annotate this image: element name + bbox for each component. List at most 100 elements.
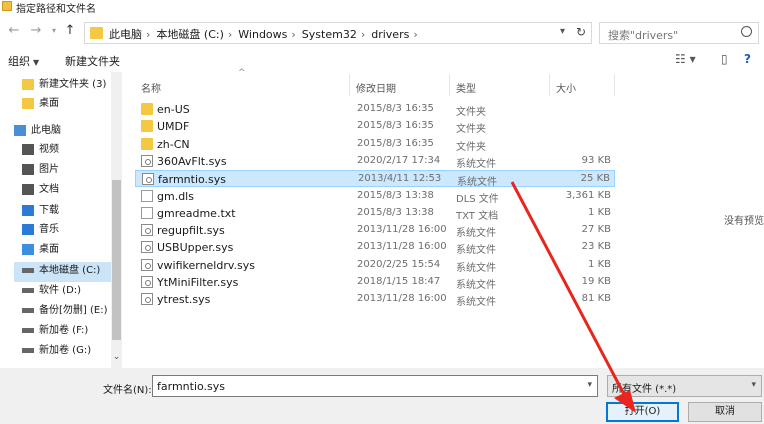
view-icon[interactable]: ☷ ▾ <box>675 52 696 66</box>
sidebar-item-label: 视频 <box>39 144 59 155</box>
breadcrumb-item[interactable]: Windows <box>238 28 287 41</box>
sidebar-item-label: 软件 (D:) <box>39 285 82 296</box>
refresh-icon[interactable]: ↻ <box>576 25 586 39</box>
download-icon <box>22 204 34 216</box>
scroll-down-icon[interactable]: ⌄ <box>111 352 122 364</box>
file-name: vwifikerneldrv.sys <box>157 258 255 272</box>
file-row[interactable]: en-US 2015/8/3 16:35 文件夹 <box>135 101 615 118</box>
back-icon[interactable]: ← <box>6 23 22 39</box>
sidebar-item[interactable]: 备份[勿删] (E:) <box>22 302 107 322</box>
breadcrumb-separator-icon[interactable]: › <box>413 28 417 41</box>
command-bar: 组织 ▼ 新建文件夹 ☷ ▾ ▯ ? <box>0 48 764 72</box>
file-size: 25 KB <box>580 173 610 185</box>
sidebar-item[interactable]: 图片 <box>22 161 59 181</box>
breadcrumb-separator-icon[interactable]: › <box>291 28 295 41</box>
column-type[interactable]: 类型 <box>450 74 550 96</box>
sidebar-item[interactable]: 新加卷 (F:) <box>22 322 88 342</box>
folder-icon <box>22 97 34 109</box>
up-icon[interactable]: ↑ <box>62 23 78 39</box>
dialog-icon <box>2 1 12 11</box>
title-bar: 指定路径和文件名 <box>0 0 764 15</box>
sidebar-item[interactable]: 视频 <box>22 141 59 161</box>
dialog-footer: 文件名(N): farmntio.sys ▾ 所有文件 (*.*) ▾ 打开(O… <box>0 368 764 424</box>
column-size[interactable]: 大小 <box>550 74 615 96</box>
breadcrumb-item[interactable]: 此电脑 <box>109 28 142 41</box>
open-button[interactable]: 打开(O) <box>606 402 679 422</box>
file-row[interactable]: vwifikerneldrv.sys 2020/2/25 15:54 系统文件 1 K… <box>135 257 615 274</box>
breadcrumb-separator-icon[interactable]: › <box>361 28 365 41</box>
file-row[interactable]: USBUpper.sys 2013/11/28 16:00 系统文件 23 KB <box>135 239 615 256</box>
sidebar-item[interactable]: 本地磁盘 (C:) <box>14 262 111 282</box>
sidebar-item[interactable]: 桌面 <box>22 241 59 261</box>
file-row[interactable]: 360AvFlt.sys 2020/2/17 17:34 系统文件 93 KB <box>135 153 615 170</box>
file-name: zh-CN <box>157 137 190 151</box>
file-type: TXT 文档 <box>456 210 499 222</box>
file-date: 2018/1/15 18:47 <box>357 276 441 287</box>
file-type: 系统文件 <box>456 262 496 274</box>
file-date: 2013/4/11 12:53 <box>358 173 442 185</box>
file-row[interactable]: gm.dls 2015/8/3 13:38 DLS 文件 3,361 KB <box>135 188 615 205</box>
file-name: 360AvFlt.sys <box>157 154 227 168</box>
file-size: 1 KB <box>588 258 611 270</box>
chevron-down-icon[interactable]: ▾ <box>560 26 565 37</box>
preview-pane-text: 没有预览 <box>724 216 764 227</box>
column-name[interactable]: 名称 <box>135 74 350 96</box>
file-row[interactable]: regupfilt.sys 2013/11/28 16:00 系统文件 27 KB <box>135 222 615 239</box>
file-row[interactable]: UMDF 2015/8/3 16:35 文件夹 <box>135 118 615 135</box>
drive-icon <box>22 287 34 293</box>
filename-input[interactable]: farmntio.sys ▾ <box>152 375 598 397</box>
sidebar-item[interactable]: 文档 <box>22 181 59 201</box>
file-row[interactable]: ytrest.sys 2013/11/28 16:00 系统文件 81 KB <box>135 291 615 308</box>
sidebar-item-label: 文档 <box>39 184 59 195</box>
sidebar-item[interactable]: 下载 <box>22 202 59 222</box>
cancel-button[interactable]: 取消 <box>688 402 762 422</box>
file-row[interactable]: gmreadme.txt 2015/8/3 13:38 TXT 文档 1 KB <box>135 205 615 222</box>
breadcrumb-item[interactable]: System32 <box>302 28 357 41</box>
file-size: 81 KB <box>581 293 611 305</box>
chevron-down-icon[interactable]: ▾ <box>751 380 756 390</box>
breadcrumb-item[interactable]: 本地磁盘 (C:) <box>156 28 223 41</box>
file-row[interactable]: YtMiniFilter.sys 2018/1/15 18:47 系统文件 19 KB <box>135 274 615 291</box>
file-name: en-US <box>157 103 190 116</box>
breadcrumb-separator-icon[interactable]: › <box>146 28 150 41</box>
computer-icon <box>14 124 26 136</box>
file-name: ytrest.sys <box>157 293 211 307</box>
sidebar-item[interactable]: 此电脑 <box>14 122 61 142</box>
filename-label: 文件名(N): <box>103 385 152 396</box>
sidebar-scroll-thumb[interactable] <box>112 180 121 340</box>
new-folder-button[interactable]: 新建文件夹 <box>65 53 120 69</box>
forward-icon[interactable]: → <box>28 23 44 39</box>
window-title: 指定路径和文件名 <box>16 4 96 15</box>
sidebar-item-label: 音乐 <box>39 224 59 235</box>
preview-pane-icon[interactable]: ▯ <box>721 52 728 66</box>
file-type: 文件夹 <box>456 141 486 153</box>
file-row[interactable]: farmntio.sys 2013/4/11 12:53 系统文件 25 KB <box>135 170 615 188</box>
sidebar-item[interactable]: 软件 (D:) <box>22 282 81 302</box>
column-date[interactable]: 修改日期 <box>350 74 450 96</box>
drive-icon <box>22 267 34 273</box>
system-file-icon <box>141 241 153 254</box>
search-input[interactable]: 搜索"drivers" <box>599 22 759 44</box>
file-type-select[interactable]: 所有文件 (*.*) ▾ <box>607 375 762 397</box>
file-date: 2020/2/17 17:34 <box>357 154 441 166</box>
sidebar-item[interactable]: 桌面 <box>22 95 59 115</box>
organize-label: 组织 <box>8 55 30 68</box>
file-name: UMDF <box>157 120 190 134</box>
file-type: 文件夹 <box>456 107 486 118</box>
file-row[interactable]: zh-CN 2015/8/3 16:35 文件夹 <box>135 136 615 153</box>
sidebar-item[interactable]: 音乐 <box>22 221 59 241</box>
breadcrumb-separator-icon[interactable]: › <box>228 28 232 41</box>
recent-dropdown-icon[interactable]: ▾ <box>46 23 62 39</box>
breadcrumb-item[interactable]: drivers <box>371 28 409 41</box>
address-bar[interactable]: 此电脑 › 本地磁盘 (C:) › Windows › System32 › drivers › … <box>84 22 592 44</box>
help-icon[interactable]: ? <box>744 52 751 66</box>
file-name: YtMiniFilter.sys <box>157 276 239 289</box>
organize-button[interactable]: 组织 ▼ <box>8 53 39 69</box>
file-size: 23 KB <box>581 241 611 253</box>
sidebar-item[interactable]: 新建文件夹 (3) <box>22 76 106 96</box>
sidebar-item-label: 新加卷 (G:) <box>39 345 92 356</box>
chevron-down-icon[interactable]: ▾ <box>587 380 592 390</box>
file-date: 2015/8/3 16:35 <box>357 137 434 149</box>
sidebar-item[interactable]: 新加卷 (G:) <box>22 342 91 362</box>
search-icon <box>741 26 752 37</box>
